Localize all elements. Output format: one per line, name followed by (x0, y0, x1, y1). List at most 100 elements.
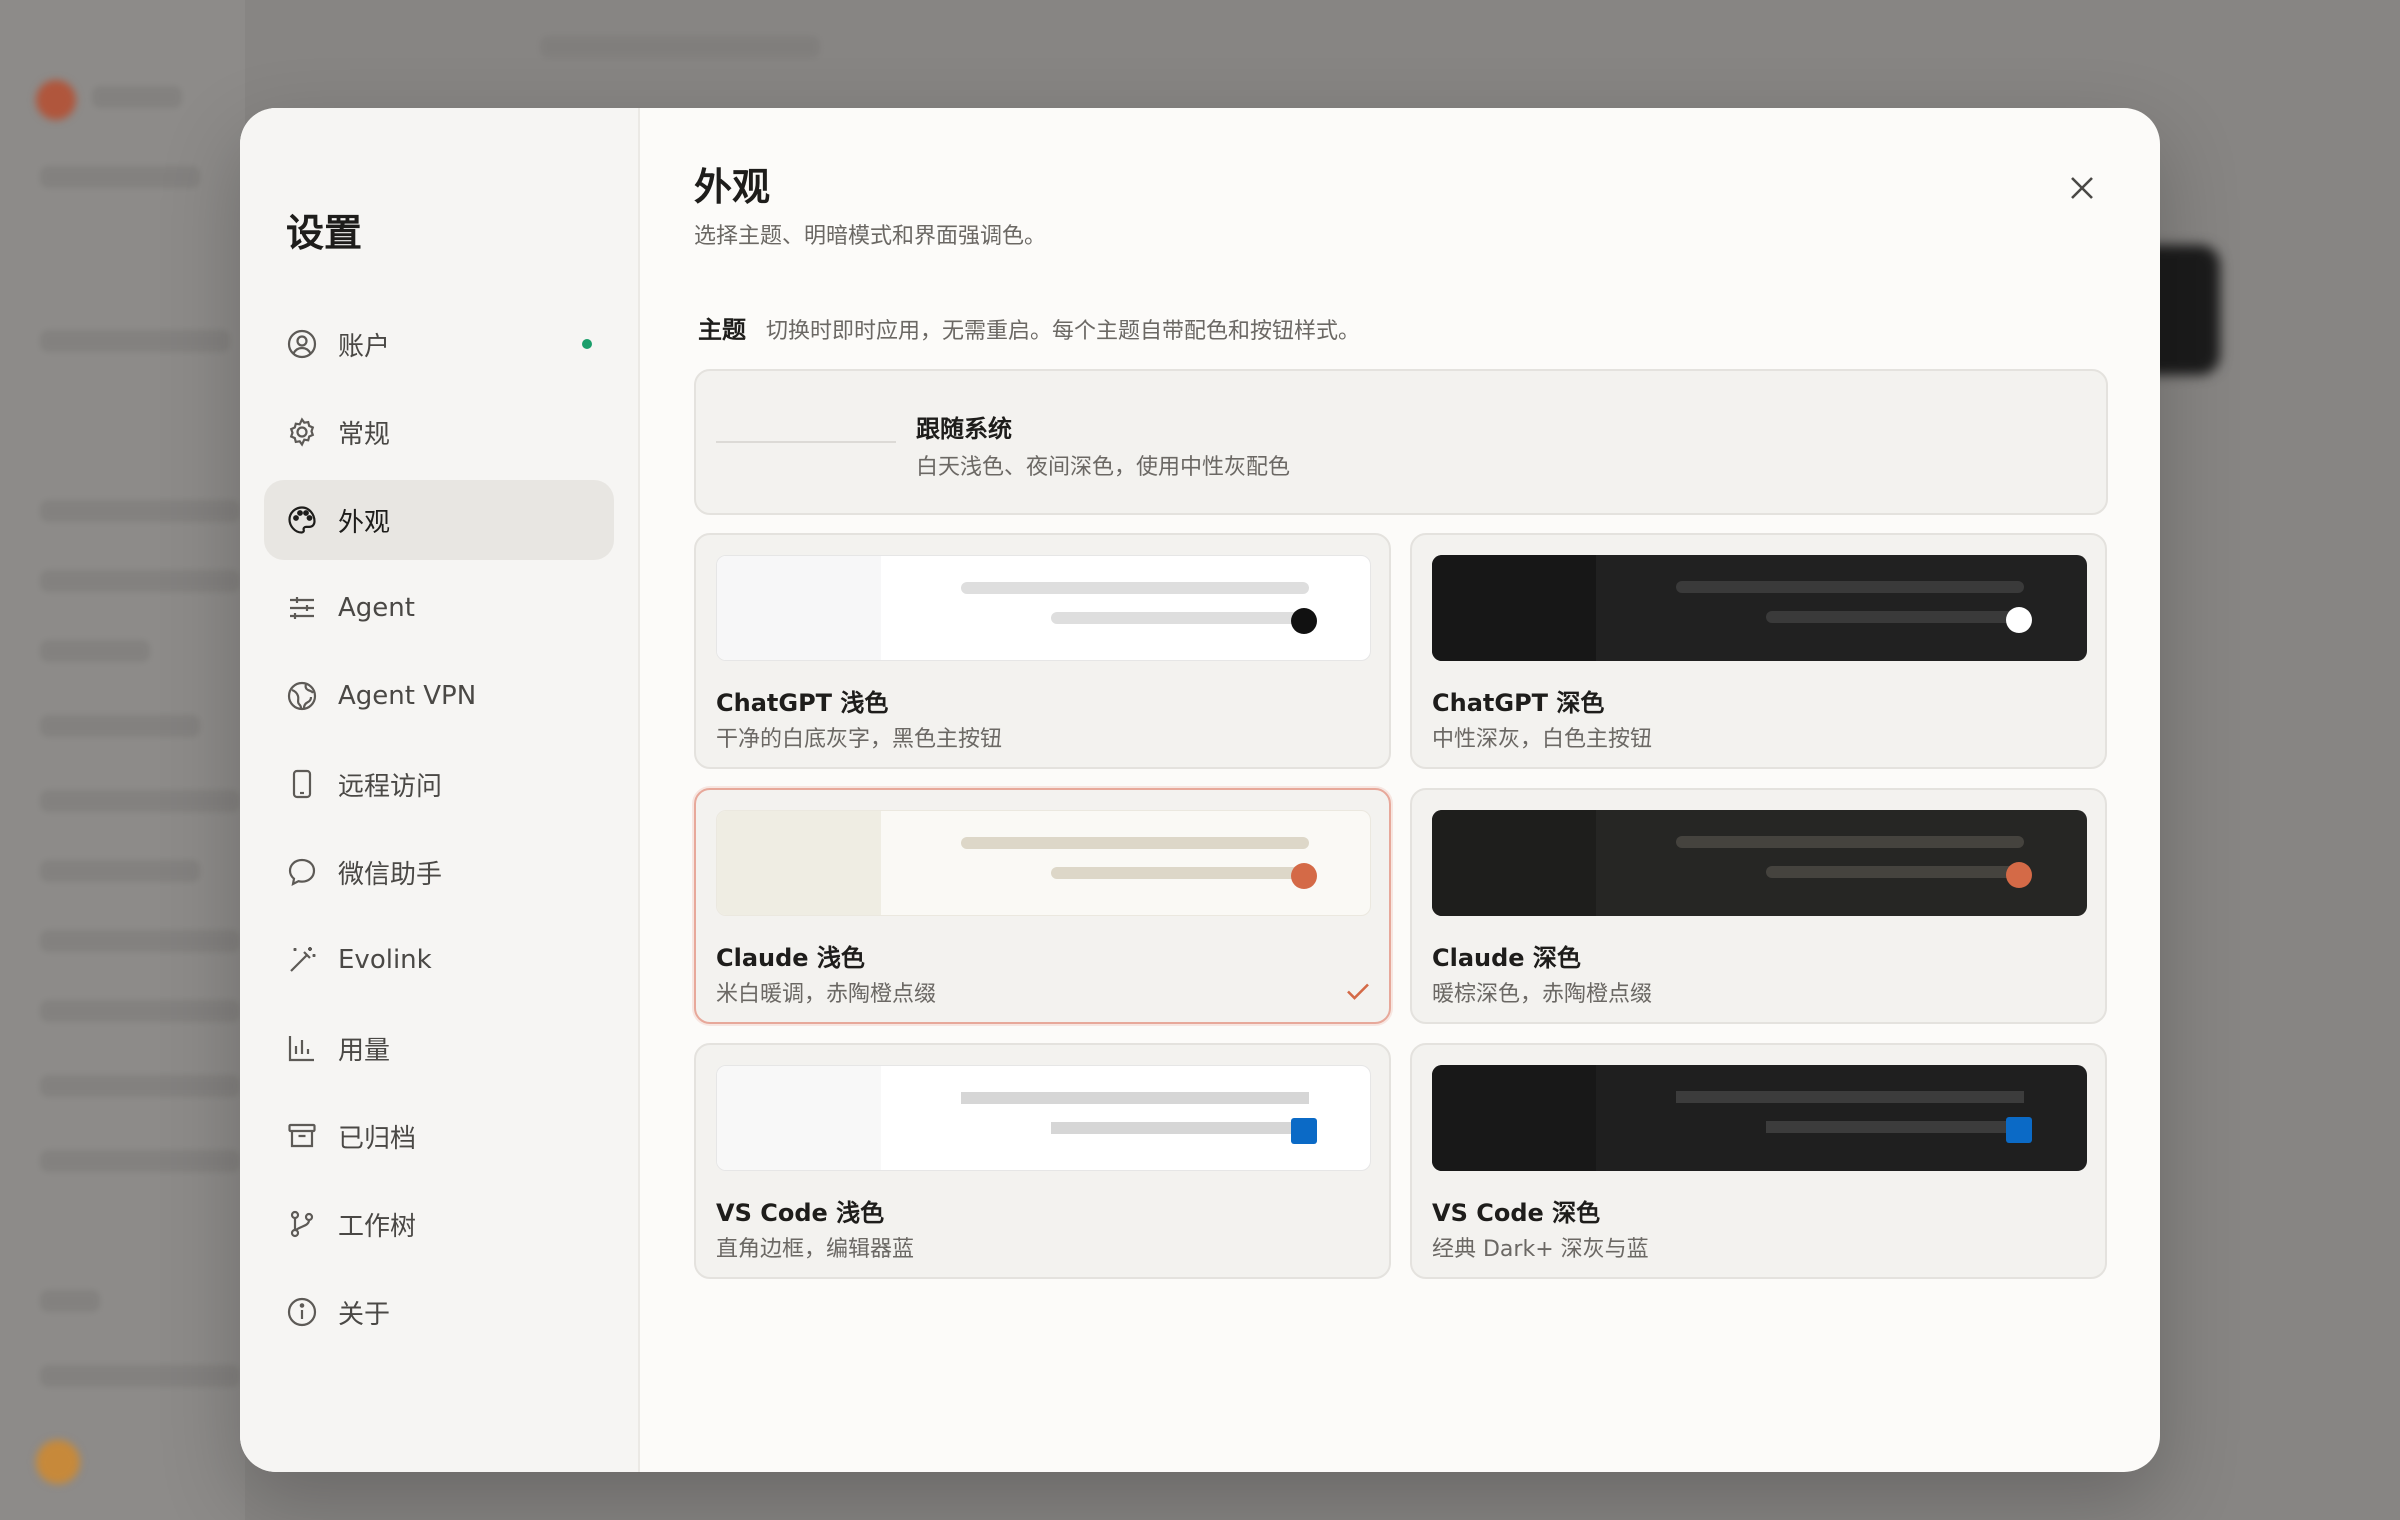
page-subtitle: 选择主题、明暗模式和界面强调色。 (694, 224, 1047, 249)
nav-item-agent[interactable]: Agent (264, 568, 614, 648)
theme-description: 干净的白底灰字，黑色主按钮 (716, 727, 1003, 752)
theme-name: Claude 深色 (1432, 944, 1581, 972)
gear-icon (286, 416, 318, 448)
nav-item-about[interactable]: 关于 (264, 1272, 614, 1352)
background-line (40, 330, 230, 352)
preview-main (881, 811, 1370, 915)
background-sidebar (0, 0, 245, 1520)
background-line (40, 1365, 240, 1387)
close-icon (2071, 177, 2093, 199)
nav-item-remote-access[interactable]: 远程访问 (264, 744, 614, 824)
theme-name: VS Code 浅色 (716, 1199, 885, 1227)
preview-button (2006, 1117, 2032, 1143)
preview-sidebar (717, 556, 881, 660)
preview-sidebar (1432, 555, 1596, 661)
phone-icon (286, 768, 318, 800)
preview-bar (961, 582, 1309, 594)
nav-item-label: 用量 (338, 1035, 391, 1066)
preview-sidebar (1432, 810, 1596, 916)
theme-option-claude-light[interactable]: Claude 浅色 米白暖调，赤陶橙点缀 (694, 788, 1391, 1024)
sliders-icon (286, 592, 318, 624)
background-avatar (36, 80, 76, 120)
preview-sidebar (717, 1066, 881, 1170)
preview-bar (1051, 612, 1309, 624)
theme-description: 白天浅色、夜间深色，使用中性灰配色 (916, 455, 1291, 480)
theme-name: 跟随系统 (916, 415, 1012, 443)
preview-main (1596, 1065, 2087, 1171)
preview-sidebar (1432, 1065, 1596, 1171)
nav-item-account[interactable]: 账户 (264, 304, 614, 384)
background-line (540, 36, 820, 58)
nav-item-label: 远程访问 (338, 771, 443, 802)
theme-option-follow-system[interactable]: 跟随系统 白天浅色、夜间深色，使用中性灰配色 (694, 369, 2108, 515)
info-icon (286, 1296, 318, 1328)
preview-bar (1766, 866, 2024, 878)
theme-preview (1432, 810, 2087, 916)
preview-button (2006, 862, 2032, 888)
theme-name: ChatGPT 浅色 (716, 689, 889, 717)
theme-option-chatgpt-dark[interactable]: ChatGPT 深色 中性深灰，白色主按钮 (1410, 533, 2107, 769)
preview-bar (1051, 1122, 1309, 1134)
preview-sidebar (717, 811, 881, 915)
theme-description: 暖棕深色，赤陶橙点缀 (1432, 982, 1653, 1007)
nav-item-usage[interactable]: 用量 (264, 1008, 614, 1088)
background-line (40, 1150, 240, 1172)
theme-description: 中性深灰，白色主按钮 (1432, 727, 1653, 752)
preview-bar (961, 1092, 1309, 1104)
settings-dialog: 设置 账户 常规 外观 Agent Agent VPN 远程访问 微信助手 Ev… (240, 108, 2160, 1472)
nav-item-agent-vpn[interactable]: Agent VPN (264, 656, 614, 736)
nav-item-archived[interactable]: 已归档 (264, 1096, 614, 1176)
background-line (40, 166, 200, 188)
theme-description: 经典 Dark+ 深灰与蓝 (1432, 1237, 1649, 1262)
follow-system-preview (716, 441, 896, 443)
theme-preview (716, 1065, 1371, 1171)
background-avatar (36, 1440, 80, 1484)
theme-option-vscode-light[interactable]: VS Code 浅色 直角边框，编辑器蓝 (694, 1043, 1391, 1279)
archive-icon (286, 1120, 318, 1152)
theme-grid: ChatGPT 浅色 干净的白底灰字，黑色主按钮 ChatGPT 深色 中性深灰… (694, 533, 2108, 1279)
preview-bar (1766, 1121, 2024, 1133)
preview-bar (1676, 581, 2024, 593)
nav-item-worktree[interactable]: 工作树 (264, 1184, 614, 1264)
preview-main (881, 1066, 1370, 1170)
theme-preview (1432, 555, 2087, 661)
background-line (40, 1000, 240, 1022)
preview-bar (1051, 867, 1309, 879)
theme-description: 米白暖调，赤陶橙点缀 (716, 982, 937, 1007)
background-line (40, 930, 240, 952)
nav-item-appearance[interactable]: 外观 (264, 480, 614, 560)
nav-item-general[interactable]: 常规 (264, 392, 614, 472)
theme-option-claude-dark[interactable]: Claude 深色 暖棕深色，赤陶橙点缀 (1410, 788, 2107, 1024)
theme-option-chatgpt-light[interactable]: ChatGPT 浅色 干净的白底灰字，黑色主按钮 (694, 533, 1391, 769)
git-branch-icon (286, 1208, 318, 1240)
background-line (40, 570, 240, 592)
nav-item-label: 微信助手 (338, 859, 443, 890)
nav-item-evolink[interactable]: Evolink (264, 920, 614, 1000)
preview-bar (961, 837, 1309, 849)
nav-item-label: Agent VPN (338, 681, 477, 711)
theme-option-vscode-dark[interactable]: VS Code 深色 经典 Dark+ 深灰与蓝 (1410, 1043, 2107, 1279)
theme-description: 直角边框，编辑器蓝 (716, 1237, 915, 1262)
checkmark-icon (1347, 983, 1369, 1000)
preview-bar (1766, 611, 2024, 623)
preview-bar (1676, 1091, 2024, 1103)
preview-button (1291, 863, 1317, 889)
close-button[interactable] (2058, 164, 2106, 212)
section-description: 切换时即时应用，无需重启。每个主题自带配色和按钮样式。 (766, 319, 1361, 344)
theme-preview (716, 555, 1371, 661)
globe-icon (286, 680, 318, 712)
preview-button (1291, 1118, 1317, 1144)
background-line (40, 640, 150, 662)
user-circle-icon (286, 328, 318, 360)
theme-name: VS Code 深色 (1432, 1199, 1601, 1227)
theme-section-header: 主题 切换时即时应用，无需重启。每个主题自带配色和按钮样式。 (694, 310, 2108, 345)
nav-item-wechat-assistant[interactable]: 微信助手 (264, 832, 614, 912)
nav-item-label: Evolink (338, 945, 432, 975)
status-dot (582, 339, 592, 349)
chat-bubble-icon (286, 856, 318, 888)
preview-bar (1676, 836, 2024, 848)
preview-button (2006, 607, 2032, 633)
background-line (92, 86, 182, 108)
preview-button (1291, 608, 1317, 634)
nav-item-label: Agent (338, 593, 415, 623)
